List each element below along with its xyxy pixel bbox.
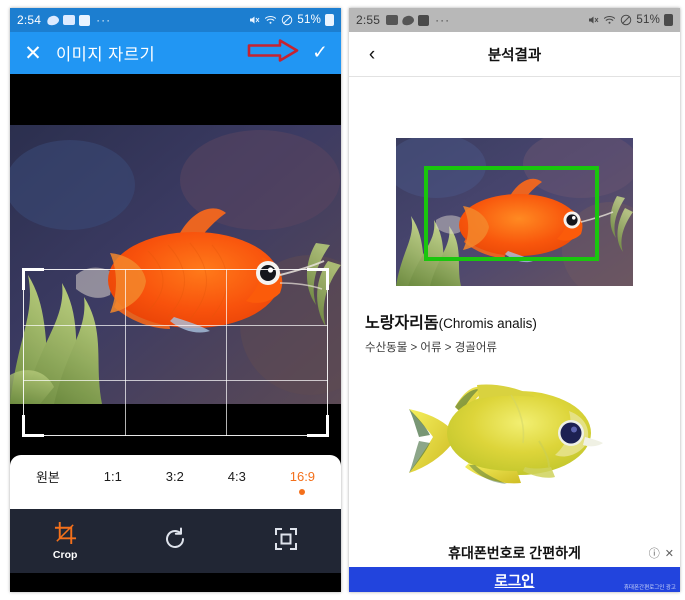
result-app-bar: ‹ 분석결과 — [349, 32, 680, 77]
tool-fit-frame[interactable] — [241, 527, 331, 555]
ratio-option-1-1[interactable]: 1:1 — [100, 467, 126, 497]
right-status-bar: 2:55 ··· 51% — [349, 8, 680, 32]
crop-handle-top-left[interactable] — [22, 268, 44, 290]
ad-login-label: 로그인 — [494, 573, 535, 590]
crop-canvas[interactable] — [10, 74, 341, 455]
close-icon[interactable]: ✕ — [10, 43, 56, 64]
status-time: 2:55 — [356, 13, 381, 27]
crop-grid-line-h2 — [23, 380, 328, 382]
status-time: 2:54 — [17, 13, 42, 27]
ad-login-button[interactable]: 로그인 휴대폰간편로그인 광고 — [349, 567, 680, 592]
crop-icon — [54, 521, 76, 544]
mute-icon — [250, 16, 260, 24]
tool-crop-label: Crop — [52, 548, 78, 561]
right-phone-panel: 2:55 ··· 51% ‹ 분석결과 노랑자리돔(Chromis analis… — [349, 8, 680, 592]
wifi-icon — [604, 16, 616, 24]
reference-species-photo — [399, 367, 631, 492]
crop-grid-line-v1 — [124, 269, 126, 436]
ratio-label: 16:9 — [289, 469, 316, 484]
lens-icon — [46, 13, 61, 27]
photo-icon — [386, 15, 399, 25]
species-taxonomy: 수산동물 > 어류 > 경골어류 — [365, 342, 498, 354]
status-notification-icons: ··· — [386, 13, 450, 27]
ad-advertiser-note: 휴대폰간편로그인 광고 — [623, 585, 676, 591]
species-name-ko: 노랑자리돔 — [365, 315, 439, 332]
ratio-option-16-9[interactable]: 16:9 — [286, 467, 319, 497]
battery-percent: 51% — [297, 14, 321, 26]
analyzed-photo — [396, 138, 633, 286]
do-not-disturb-icon — [621, 14, 632, 26]
ratio-label: 4:3 — [227, 469, 246, 484]
crop-grid-line-v2 — [226, 269, 228, 436]
red-arrow-annotation-icon — [247, 39, 299, 68]
crop-grid-line-h1 — [23, 324, 328, 326]
app-icon — [79, 14, 91, 26]
species-name-scientific: (Chromis analis) — [438, 316, 537, 331]
app-icon — [418, 14, 430, 26]
ratio-option-3-2[interactable]: 3:2 — [162, 467, 188, 497]
crop-border — [23, 269, 328, 436]
tool-rotate[interactable] — [130, 527, 220, 555]
aspect-ratio-bar: 원본 1:1 3:2 4:3 16:9 — [10, 455, 341, 509]
battery-icon — [664, 14, 673, 26]
detection-bounding-box — [424, 166, 599, 261]
ratio-label: 3:2 — [165, 469, 184, 484]
battery-percent: 51% — [636, 14, 660, 26]
status-notification-icons: ··· — [46, 13, 112, 27]
photo-icon — [63, 15, 76, 25]
crop-handle-bottom-right[interactable] — [307, 415, 329, 437]
result-body: 노랑자리돔(Chromis analis) 수산동물 > 어류 > 경골어류 휴… — [349, 77, 680, 592]
fit-frame-icon — [274, 528, 297, 550]
crop-handle-top-right[interactable] — [307, 268, 329, 290]
status-system-icons: 51% — [587, 14, 673, 26]
rotate-icon — [166, 527, 185, 548]
overflow-dots-icon: ··· — [96, 13, 112, 27]
ad-headline: 휴대폰번호로 간편하게 — [448, 545, 581, 561]
page-title: 분석결과 — [487, 47, 542, 64]
back-icon[interactable]: ‹ — [349, 45, 395, 64]
species-name-line: 노랑자리돔(Chromis analis) — [365, 309, 537, 333]
left-status-bar: 2:54 ··· 51% — [10, 8, 341, 32]
crop-app-bar: ✕ 이미지 자르기 ✓ — [10, 32, 341, 74]
left-phone-panel: 2:54 ··· 51% ✕ 이미지 자르기 ✓ 원본 1:1 3:2 4:3 … — [10, 8, 341, 592]
ad-info-icon[interactable]: ⓘ — [649, 545, 660, 561]
crop-handle-bottom-left[interactable] — [22, 415, 44, 437]
mute-icon — [589, 16, 599, 24]
ratio-option-original[interactable]: 원본 — [32, 465, 64, 499]
crop-selection-box[interactable] — [22, 268, 329, 437]
ad-close-icon[interactable]: ✕ — [665, 547, 674, 560]
tool-crop[interactable]: Crop — [20, 521, 110, 561]
ad-banner[interactable]: 휴대폰번호로 간편하게 ⓘ ✕ 로그인 휴대폰간편로그인 광고 — [349, 539, 680, 592]
ad-controls: ⓘ ✕ — [649, 545, 674, 561]
editor-tool-bar: Crop — [10, 509, 341, 573]
ad-headline-row: 휴대폰번호로 간편하게 ⓘ ✕ — [349, 539, 680, 567]
ratio-option-4-3[interactable]: 4:3 — [224, 467, 250, 497]
screenshot-stage: 2:54 ··· 51% ✕ 이미지 자르기 ✓ 원본 1:1 3:2 4:3 … — [0, 0, 685, 600]
ratio-selected-dot — [299, 489, 306, 495]
confirm-crop-icon[interactable]: ✓ — [312, 44, 328, 63]
lens-icon — [401, 13, 416, 27]
page-title: 이미지 자르기 — [56, 46, 156, 64]
wifi-icon — [265, 16, 277, 24]
ratio-label: 1:1 — [103, 469, 122, 484]
do-not-disturb-icon — [282, 14, 293, 26]
battery-icon — [325, 14, 334, 26]
status-system-icons: 51% — [248, 14, 334, 26]
species-info: 노랑자리돔(Chromis analis) 수산동물 > 어류 > 경골어류 — [365, 309, 537, 355]
overflow-dots-icon: ··· — [435, 13, 451, 27]
ratio-label: 원본 — [35, 470, 60, 485]
